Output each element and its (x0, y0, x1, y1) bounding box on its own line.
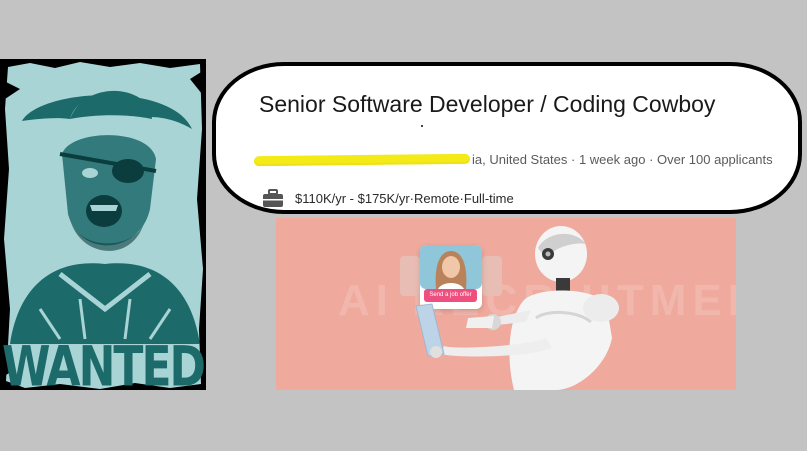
meta-separator: · (567, 152, 579, 168)
job-meta-line: ia, United States · 1 week ago · Over 10… (253, 151, 794, 173)
robot-icon (415, 226, 619, 390)
job-details: $110K/yr - $175K/yr · Remote · Full-time (263, 187, 514, 209)
job-posting-card: Senior Software Developer / Coding Cowbo… (212, 62, 802, 214)
job-applicants: Over 100 applicants (657, 152, 773, 168)
salary-range: $110K/yr - $175K/yr (295, 190, 410, 206)
briefcase-icon (263, 189, 283, 207)
job-title[interactable]: Senior Software Developer / Coding Cowbo… (259, 88, 729, 120)
job-posted-time: 1 week ago (578, 152, 646, 168)
redaction-highlight (253, 153, 471, 166)
meta-separator: · (645, 152, 658, 168)
ai-recruitment-image: AI RECRUITMENT Send a job offer (276, 218, 736, 390)
job-location: ia, United States (472, 152, 568, 168)
employment-type: Full-time (463, 190, 514, 206)
wanted-label: WANTED (2, 335, 206, 390)
stray-mark (421, 125, 423, 127)
wanted-poster: WANTED (0, 59, 206, 390)
workplace-type: Remote (414, 190, 460, 206)
